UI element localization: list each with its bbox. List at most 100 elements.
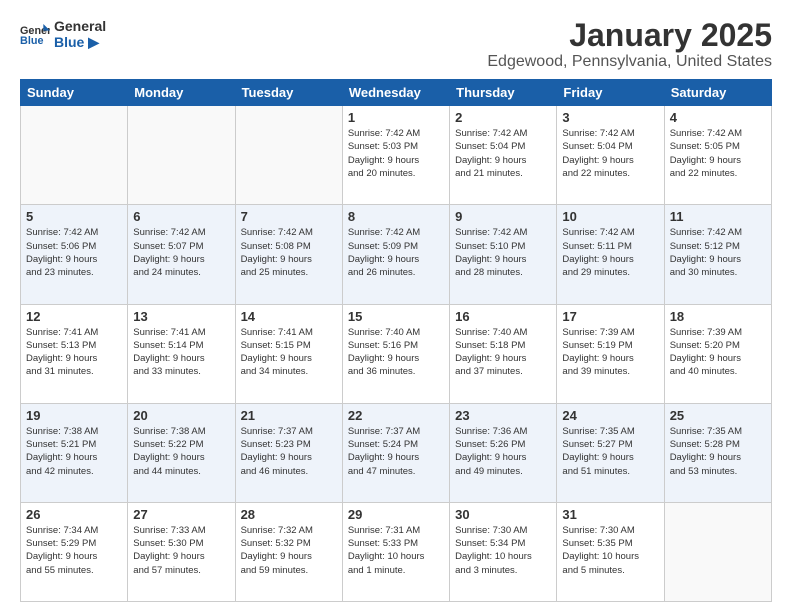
day-info: Sunrise: 7:41 AM Sunset: 5:13 PM Dayligh… [26,326,122,379]
day-info: Sunrise: 7:34 AM Sunset: 5:29 PM Dayligh… [26,524,122,577]
day-number: 30 [455,507,551,522]
day-info: Sunrise: 7:42 AM Sunset: 5:09 PM Dayligh… [348,226,444,279]
day-number: 29 [348,507,444,522]
day-number: 7 [241,209,337,224]
day-number: 17 [562,309,658,324]
day-info: Sunrise: 7:35 AM Sunset: 5:28 PM Dayligh… [670,425,766,478]
day-number: 27 [133,507,229,522]
calendar-header-row: Sunday Monday Tuesday Wednesday Thursday… [21,80,772,106]
table-cell: 20Sunrise: 7:38 AM Sunset: 5:22 PM Dayli… [128,403,235,502]
day-number: 28 [241,507,337,522]
calendar-week-row: 5Sunrise: 7:42 AM Sunset: 5:06 PM Daylig… [21,205,772,304]
day-number: 1 [348,110,444,125]
day-info: Sunrise: 7:42 AM Sunset: 5:04 PM Dayligh… [562,127,658,180]
logo: General Blue General Blue ▶ [20,18,106,50]
col-friday: Friday [557,80,664,106]
table-cell: 31 Sunrise: 7:30 AM Sunset: 5:35 PM Dayli… [557,502,664,601]
table-cell: 30 Sunrise: 7:30 AM Sunset: 5:34 PM Dayli… [450,502,557,601]
calendar-week-row: 12 Sunrise: 7:41 AM Sunset: 5:13 PM Dayli… [21,304,772,403]
day-info: Sunrise: 7:30 AM Sunset: 5:34 PM Dayligh… [455,524,551,577]
day-number: 18 [670,309,766,324]
day-number: 24 [562,408,658,423]
table-cell [21,106,128,205]
col-thursday: Thursday [450,80,557,106]
day-number: 25 [670,408,766,423]
calendar-subtitle: Edgewood, Pennsylvania, United States [487,53,772,71]
day-info: Sunrise: 7:42 AM Sunset: 5:11 PM Dayligh… [562,226,658,279]
day-info: Sunrise: 7:41 AM Sunset: 5:15 PM Dayligh… [241,326,337,379]
day-info: Sunrise: 7:36 AM Sunset: 5:26 PM Dayligh… [455,425,551,478]
table-cell: 24Sunrise: 7:35 AM Sunset: 5:27 PM Dayli… [557,403,664,502]
calendar-table: Sunday Monday Tuesday Wednesday Thursday… [20,79,772,602]
day-info: Sunrise: 7:38 AM Sunset: 5:22 PM Dayligh… [133,425,229,478]
table-cell: 25 Sunrise: 7:35 AM Sunset: 5:28 PM Dayli… [664,403,771,502]
table-cell: 11 Sunrise: 7:42 AM Sunset: 5:12 PM Dayli… [664,205,771,304]
table-cell: 21Sunrise: 7:37 AM Sunset: 5:23 PM Dayli… [235,403,342,502]
col-saturday: Saturday [664,80,771,106]
table-cell: 12 Sunrise: 7:41 AM Sunset: 5:13 PM Dayli… [21,304,128,403]
table-cell [128,106,235,205]
table-cell: 6 Sunrise: 7:42 AM Sunset: 5:07 PM Daylig… [128,205,235,304]
table-cell: 15 Sunrise: 7:40 AM Sunset: 5:16 PM Dayli… [342,304,449,403]
day-number: 15 [348,309,444,324]
day-number: 3 [562,110,658,125]
day-number: 23 [455,408,551,423]
table-cell: 19 Sunrise: 7:38 AM Sunset: 5:21 PM Dayli… [21,403,128,502]
day-info: Sunrise: 7:40 AM Sunset: 5:16 PM Dayligh… [348,326,444,379]
day-number: 31 [562,507,658,522]
table-cell: 26Sunrise: 7:34 AM Sunset: 5:29 PM Dayli… [21,502,128,601]
page: General Blue General Blue ▶ January 2025… [0,0,792,612]
table-cell: 23 Sunrise: 7:36 AM Sunset: 5:26 PM Dayli… [450,403,557,502]
table-cell: 4Sunrise: 7:42 AM Sunset: 5:05 PM Daylig… [664,106,771,205]
day-number: 16 [455,309,551,324]
header: General Blue General Blue ▶ January 2025… [20,18,772,71]
day-info: Sunrise: 7:31 AM Sunset: 5:33 PM Dayligh… [348,524,444,577]
table-cell: 29 Sunrise: 7:31 AM Sunset: 5:33 PM Dayli… [342,502,449,601]
table-cell: 27 Sunrise: 7:33 AM Sunset: 5:30 PM Dayli… [128,502,235,601]
table-cell: 3 Sunrise: 7:42 AM Sunset: 5:04 PM Daylig… [557,106,664,205]
day-number: 4 [670,110,766,125]
col-monday: Monday [128,80,235,106]
logo-text: General [54,18,106,34]
day-number: 6 [133,209,229,224]
day-number: 19 [26,408,122,423]
col-wednesday: Wednesday [342,80,449,106]
day-info: Sunrise: 7:40 AM Sunset: 5:18 PM Dayligh… [455,326,551,379]
table-cell: 17Sunrise: 7:39 AM Sunset: 5:19 PM Dayli… [557,304,664,403]
calendar-week-row: 26Sunrise: 7:34 AM Sunset: 5:29 PM Dayli… [21,502,772,601]
day-info: Sunrise: 7:33 AM Sunset: 5:30 PM Dayligh… [133,524,229,577]
day-number: 9 [455,209,551,224]
table-cell: 18 Sunrise: 7:39 AM Sunset: 5:20 PM Dayli… [664,304,771,403]
table-cell: 22Sunrise: 7:37 AM Sunset: 5:24 PM Dayli… [342,403,449,502]
day-info: Sunrise: 7:37 AM Sunset: 5:24 PM Dayligh… [348,425,444,478]
svg-text:Blue: Blue [20,35,43,46]
logo-icon: General Blue [20,22,50,46]
table-cell: 28Sunrise: 7:32 AM Sunset: 5:32 PM Dayli… [235,502,342,601]
table-cell: 14 Sunrise: 7:41 AM Sunset: 5:15 PM Dayli… [235,304,342,403]
day-info: Sunrise: 7:42 AM Sunset: 5:06 PM Dayligh… [26,226,122,279]
day-info: Sunrise: 7:37 AM Sunset: 5:23 PM Dayligh… [241,425,337,478]
calendar-week-row: 19 Sunrise: 7:38 AM Sunset: 5:21 PM Dayli… [21,403,772,502]
day-number: 8 [348,209,444,224]
table-cell: 10Sunrise: 7:42 AM Sunset: 5:11 PM Dayli… [557,205,664,304]
table-cell: 8 Sunrise: 7:42 AM Sunset: 5:09 PM Daylig… [342,205,449,304]
day-number: 2 [455,110,551,125]
day-info: Sunrise: 7:42 AM Sunset: 5:10 PM Dayligh… [455,226,551,279]
day-info: Sunrise: 7:41 AM Sunset: 5:14 PM Dayligh… [133,326,229,379]
table-cell: 9 Sunrise: 7:42 AM Sunset: 5:10 PM Daylig… [450,205,557,304]
day-info: Sunrise: 7:42 AM Sunset: 5:04 PM Dayligh… [455,127,551,180]
day-number: 12 [26,309,122,324]
day-number: 11 [670,209,766,224]
calendar-week-row: 1Sunrise: 7:42 AM Sunset: 5:03 PM Daylig… [21,106,772,205]
day-number: 13 [133,309,229,324]
calendar-title: January 2025 [487,18,772,53]
day-info: Sunrise: 7:38 AM Sunset: 5:21 PM Dayligh… [26,425,122,478]
table-cell: 2 Sunrise: 7:42 AM Sunset: 5:04 PM Daylig… [450,106,557,205]
day-info: Sunrise: 7:30 AM Sunset: 5:35 PM Dayligh… [562,524,658,577]
day-info: Sunrise: 7:39 AM Sunset: 5:20 PM Dayligh… [670,326,766,379]
day-info: Sunrise: 7:42 AM Sunset: 5:07 PM Dayligh… [133,226,229,279]
table-cell: 16 Sunrise: 7:40 AM Sunset: 5:18 PM Dayli… [450,304,557,403]
table-cell: 5Sunrise: 7:42 AM Sunset: 5:06 PM Daylig… [21,205,128,304]
day-info: Sunrise: 7:42 AM Sunset: 5:12 PM Dayligh… [670,226,766,279]
day-number: 14 [241,309,337,324]
